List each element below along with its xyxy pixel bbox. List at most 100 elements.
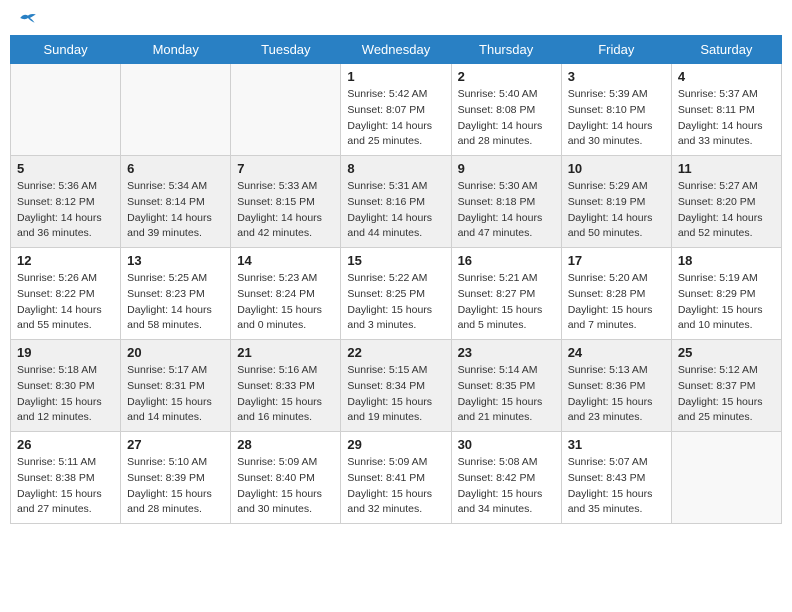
day-info: Sunrise: 5:12 AM Sunset: 8:37 PM Dayligh… bbox=[678, 363, 775, 426]
day-info: Sunrise: 5:15 AM Sunset: 8:34 PM Dayligh… bbox=[347, 363, 444, 426]
logo-bird-icon bbox=[19, 11, 37, 25]
calendar-cell: 26 Sunrise: 5:11 AM Sunset: 8:38 PM Dayli… bbox=[11, 432, 121, 524]
calendar-cell: 9 Sunrise: 5:30 AM Sunset: 8:18 PM Daylig… bbox=[451, 156, 561, 248]
calendar-cell: 27 Sunrise: 5:10 AM Sunset: 8:39 PM Dayli… bbox=[121, 432, 231, 524]
day-info: Sunrise: 5:33 AM Sunset: 8:15 PM Dayligh… bbox=[237, 179, 334, 242]
calendar-cell: 28 Sunrise: 5:09 AM Sunset: 8:40 PM Dayli… bbox=[231, 432, 341, 524]
calendar-cell: 3Sunrise: 5:39 AM Sunset: 8:10 PM Daylig… bbox=[561, 64, 671, 156]
day-number: 19 bbox=[17, 345, 114, 360]
day-number: 21 bbox=[237, 345, 334, 360]
calendar-table: SundayMondayTuesdayWednesdayThursdayFrid… bbox=[10, 35, 782, 524]
weekday-header-row: SundayMondayTuesdayWednesdayThursdayFrid… bbox=[11, 36, 782, 64]
day-number: 14 bbox=[237, 253, 334, 268]
calendar-cell: 29 Sunrise: 5:09 AM Sunset: 8:41 PM Dayli… bbox=[341, 432, 451, 524]
day-info: Sunrise: 5:11 AM Sunset: 8:38 PM Dayligh… bbox=[17, 455, 114, 518]
calendar-cell: 5 Sunrise: 5:36 AM Sunset: 8:12 PM Daylig… bbox=[11, 156, 121, 248]
calendar-cell: 31 Sunrise: 5:07 AM Sunset: 8:43 PM Dayli… bbox=[561, 432, 671, 524]
weekday-header-friday: Friday bbox=[561, 36, 671, 64]
calendar-week-row: 26 Sunrise: 5:11 AM Sunset: 8:38 PM Dayli… bbox=[11, 432, 782, 524]
calendar-cell: 24Sunrise: 5:13 AM Sunset: 8:36 PM Dayli… bbox=[561, 340, 671, 432]
day-number: 2 bbox=[458, 69, 555, 84]
calendar-cell: 7 Sunrise: 5:33 AM Sunset: 8:15 PM Daylig… bbox=[231, 156, 341, 248]
calendar-cell: 25 Sunrise: 5:12 AM Sunset: 8:37 PM Dayli… bbox=[671, 340, 781, 432]
day-info: Sunrise: 5:23 AM Sunset: 8:24 PM Dayligh… bbox=[237, 271, 334, 334]
day-info: Sunrise: 5:40 AM Sunset: 8:08 PM Dayligh… bbox=[458, 87, 555, 150]
day-number: 13 bbox=[127, 253, 224, 268]
day-info: Sunrise: 5:09 AM Sunset: 8:40 PM Dayligh… bbox=[237, 455, 334, 518]
day-number: 8 bbox=[347, 161, 444, 176]
day-number: 15 bbox=[347, 253, 444, 268]
calendar-cell: 17Sunrise: 5:20 AM Sunset: 8:28 PM Dayli… bbox=[561, 248, 671, 340]
day-number: 30 bbox=[458, 437, 555, 452]
day-info: Sunrise: 5:34 AM Sunset: 8:14 PM Dayligh… bbox=[127, 179, 224, 242]
calendar-cell: 22 Sunrise: 5:15 AM Sunset: 8:34 PM Dayli… bbox=[341, 340, 451, 432]
calendar-cell: 21 Sunrise: 5:16 AM Sunset: 8:33 PM Dayli… bbox=[231, 340, 341, 432]
day-info: Sunrise: 5:30 AM Sunset: 8:18 PM Dayligh… bbox=[458, 179, 555, 242]
day-info: Sunrise: 5:27 AM Sunset: 8:20 PM Dayligh… bbox=[678, 179, 775, 242]
calendar-cell: 10Sunrise: 5:29 AM Sunset: 8:19 PM Dayli… bbox=[561, 156, 671, 248]
page-header bbox=[10, 10, 782, 25]
calendar-cell: 23Sunrise: 5:14 AM Sunset: 8:35 PM Dayli… bbox=[451, 340, 561, 432]
day-info: Sunrise: 5:18 AM Sunset: 8:30 PM Dayligh… bbox=[17, 363, 114, 426]
day-number: 28 bbox=[237, 437, 334, 452]
calendar-cell: 6 Sunrise: 5:34 AM Sunset: 8:14 PM Daylig… bbox=[121, 156, 231, 248]
calendar-cell bbox=[231, 64, 341, 156]
calendar-week-row: 19 Sunrise: 5:18 AM Sunset: 8:30 PM Dayli… bbox=[11, 340, 782, 432]
day-info: Sunrise: 5:36 AM Sunset: 8:12 PM Dayligh… bbox=[17, 179, 114, 242]
day-number: 29 bbox=[347, 437, 444, 452]
calendar-cell: 14 Sunrise: 5:23 AM Sunset: 8:24 PM Dayli… bbox=[231, 248, 341, 340]
logo bbox=[15, 15, 37, 25]
day-info: Sunrise: 5:22 AM Sunset: 8:25 PM Dayligh… bbox=[347, 271, 444, 334]
day-number: 25 bbox=[678, 345, 775, 360]
calendar-cell: 20 Sunrise: 5:17 AM Sunset: 8:31 PM Dayli… bbox=[121, 340, 231, 432]
calendar-cell: 13 Sunrise: 5:25 AM Sunset: 8:23 PM Dayli… bbox=[121, 248, 231, 340]
calendar-cell bbox=[671, 432, 781, 524]
day-number: 12 bbox=[17, 253, 114, 268]
day-number: 27 bbox=[127, 437, 224, 452]
day-number: 1 bbox=[347, 69, 444, 84]
day-info: Sunrise: 5:10 AM Sunset: 8:39 PM Dayligh… bbox=[127, 455, 224, 518]
weekday-header-thursday: Thursday bbox=[451, 36, 561, 64]
day-number: 24 bbox=[568, 345, 665, 360]
calendar-week-row: 5 Sunrise: 5:36 AM Sunset: 8:12 PM Daylig… bbox=[11, 156, 782, 248]
day-number: 6 bbox=[127, 161, 224, 176]
day-info: Sunrise: 5:37 AM Sunset: 8:11 PM Dayligh… bbox=[678, 87, 775, 150]
day-info: Sunrise: 5:09 AM Sunset: 8:41 PM Dayligh… bbox=[347, 455, 444, 518]
calendar-cell: 15 Sunrise: 5:22 AM Sunset: 8:25 PM Dayli… bbox=[341, 248, 451, 340]
day-info: Sunrise: 5:17 AM Sunset: 8:31 PM Dayligh… bbox=[127, 363, 224, 426]
weekday-header-monday: Monday bbox=[121, 36, 231, 64]
day-number: 4 bbox=[678, 69, 775, 84]
day-info: Sunrise: 5:19 AM Sunset: 8:29 PM Dayligh… bbox=[678, 271, 775, 334]
day-number: 11 bbox=[678, 161, 775, 176]
day-info: Sunrise: 5:25 AM Sunset: 8:23 PM Dayligh… bbox=[127, 271, 224, 334]
day-number: 20 bbox=[127, 345, 224, 360]
weekday-header-sunday: Sunday bbox=[11, 36, 121, 64]
day-info: Sunrise: 5:29 AM Sunset: 8:19 PM Dayligh… bbox=[568, 179, 665, 242]
day-number: 22 bbox=[347, 345, 444, 360]
day-number: 18 bbox=[678, 253, 775, 268]
day-number: 23 bbox=[458, 345, 555, 360]
calendar-cell bbox=[121, 64, 231, 156]
calendar-cell: 8 Sunrise: 5:31 AM Sunset: 8:16 PM Daylig… bbox=[341, 156, 451, 248]
day-number: 31 bbox=[568, 437, 665, 452]
day-number: 9 bbox=[458, 161, 555, 176]
day-number: 7 bbox=[237, 161, 334, 176]
calendar-week-row: 12 Sunrise: 5:26 AM Sunset: 8:22 PM Dayli… bbox=[11, 248, 782, 340]
calendar-cell: 4 Sunrise: 5:37 AM Sunset: 8:11 PM Daylig… bbox=[671, 64, 781, 156]
calendar-cell: 2 Sunrise: 5:40 AM Sunset: 8:08 PM Daylig… bbox=[451, 64, 561, 156]
day-number: 17 bbox=[568, 253, 665, 268]
day-number: 5 bbox=[17, 161, 114, 176]
day-number: 3 bbox=[568, 69, 665, 84]
day-info: Sunrise: 5:42 AM Sunset: 8:07 PM Dayligh… bbox=[347, 87, 444, 150]
day-info: Sunrise: 5:07 AM Sunset: 8:43 PM Dayligh… bbox=[568, 455, 665, 518]
day-info: Sunrise: 5:26 AM Sunset: 8:22 PM Dayligh… bbox=[17, 271, 114, 334]
day-info: Sunrise: 5:21 AM Sunset: 8:27 PM Dayligh… bbox=[458, 271, 555, 334]
calendar-cell: 19 Sunrise: 5:18 AM Sunset: 8:30 PM Dayli… bbox=[11, 340, 121, 432]
calendar-cell bbox=[11, 64, 121, 156]
weekday-header-tuesday: Tuesday bbox=[231, 36, 341, 64]
day-info: Sunrise: 5:31 AM Sunset: 8:16 PM Dayligh… bbox=[347, 179, 444, 242]
day-info: Sunrise: 5:16 AM Sunset: 8:33 PM Dayligh… bbox=[237, 363, 334, 426]
day-number: 26 bbox=[17, 437, 114, 452]
calendar-cell: 1 Sunrise: 5:42 AM Sunset: 8:07 PM Daylig… bbox=[341, 64, 451, 156]
weekday-header-wednesday: Wednesday bbox=[341, 36, 451, 64]
